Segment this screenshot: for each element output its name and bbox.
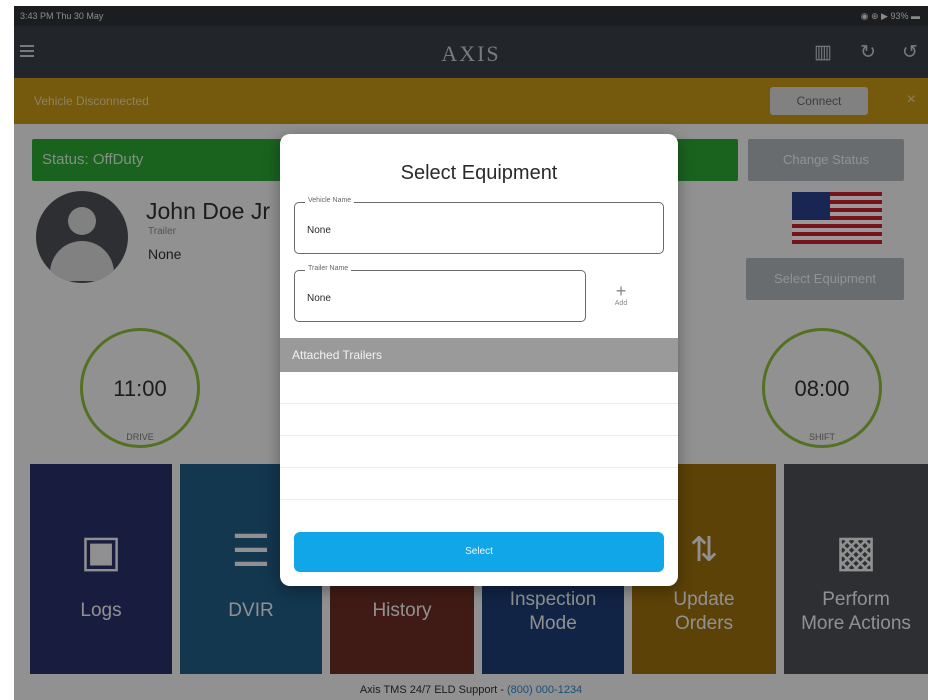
dialog-title: Select Equipment (400, 162, 558, 184)
list-item (280, 436, 678, 468)
list-item (280, 372, 678, 404)
attached-trailers-header: Attached Trailers (280, 338, 678, 372)
vehicle-name-label: Vehicle Name (305, 197, 355, 204)
attached-trailers-list (280, 372, 678, 532)
trailer-name-label: Trailer Name (305, 265, 352, 272)
add-trailer-label: Add (614, 300, 628, 307)
add-trailer-button[interactable]: + Add (606, 282, 636, 318)
attached-trailers-label: Attached Trailers (292, 348, 383, 362)
vehicle-name-value: None (307, 225, 331, 236)
vehicle-name-field[interactable]: Vehicle Name None (294, 197, 664, 254)
tablet-screen: 3:43 PM Thu 30 May ◉ ⊕ ▶ 93% ▬ AXIS ▥ ↻ … (14, 6, 928, 700)
list-item (280, 468, 678, 500)
list-item (280, 404, 678, 436)
plus-icon: + (615, 281, 627, 301)
select-equipment-dialog: Select Equipment Vehicle Name None Trail… (280, 134, 678, 586)
select-button[interactable]: Select (294, 532, 664, 572)
trailer-name-value: None (307, 293, 331, 304)
trailer-name-field[interactable]: Trailer Name None (294, 265, 586, 322)
